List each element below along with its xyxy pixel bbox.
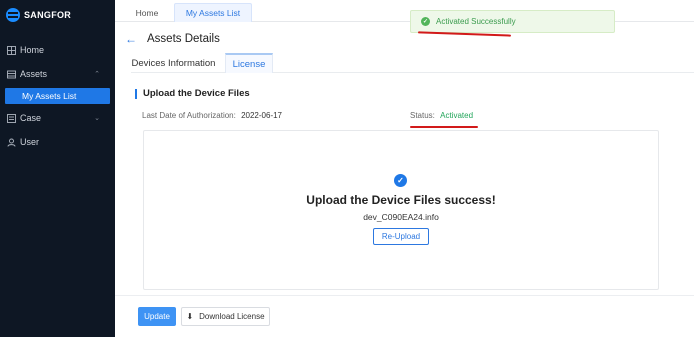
logo: SANGFOR [0, 0, 115, 30]
sangfor-logo-icon [6, 8, 20, 22]
upload-result-panel: ✓ Upload the Device Files success! dev_C… [143, 130, 659, 290]
sidebar: SANGFOR Home Assets ⌃ My Assets List Cas… [0, 0, 115, 337]
status: Status: Activated [410, 111, 473, 120]
main-content: ← Assets Details Devices Information Lic… [115, 22, 694, 337]
download-license-button[interactable]: ⬇ Download License [181, 307, 270, 326]
status-value: Activated [440, 111, 474, 120]
toast-message: Activated Successfully [436, 17, 516, 26]
page-title: Assets Details [147, 33, 220, 45]
brand-name: SANGFOR [24, 10, 72, 20]
case-icon [7, 113, 16, 123]
re-upload-button[interactable]: Re-Upload [373, 228, 429, 245]
tab-home[interactable]: Home [127, 3, 167, 22]
back-arrow-icon[interactable]: ← [125, 32, 137, 46]
assets-icon [7, 70, 16, 79]
sidebar-nav: Home Assets ⌃ My Assets List Case ⌄ User [0, 38, 115, 154]
tab-license[interactable]: License [225, 53, 273, 73]
status-label: Status: [410, 111, 435, 120]
user-icon [7, 138, 16, 147]
last-authorization: Last Date of Authorization: 2022-06-17 [142, 111, 282, 120]
tab-my-assets-list[interactable]: My Assets List [174, 3, 252, 22]
last-authorization-label: Last Date of Authorization: [142, 111, 236, 120]
page-header: ← Assets Details [125, 32, 220, 46]
section-title: Upload the Device Files [135, 89, 250, 99]
upload-success-message: Upload the Device Files success! [306, 193, 496, 207]
tab-devices-information[interactable]: Devices Information [131, 53, 216, 73]
uploaded-file-name: dev_C090EA24.info [363, 212, 439, 222]
last-authorization-value: 2022-06-17 [241, 111, 282, 120]
sidebar-item-label: Assets [20, 69, 48, 79]
detail-tabs: Devices Information License [131, 53, 694, 73]
chevron-up-icon: ⌃ [94, 71, 100, 78]
chevron-down-icon: ⌄ [94, 115, 100, 122]
sidebar-item-assets[interactable]: Assets ⌃ [0, 62, 115, 86]
success-toast: ✓ Activated Successfully [410, 10, 615, 33]
status-underline-annotation [410, 126, 478, 128]
sidebar-item-label: Home [20, 45, 45, 55]
sidebar-item-home[interactable]: Home [0, 38, 115, 62]
download-license-label: Download License [199, 312, 265, 321]
download-icon: ⬇ [186, 312, 194, 321]
sidebar-item-label: Case [20, 113, 42, 123]
check-circle-icon: ✓ [421, 17, 430, 26]
update-button[interactable]: Update [138, 307, 176, 326]
sidebar-item-my-assets-list[interactable]: My Assets List [5, 88, 110, 104]
sidebar-item-case[interactable]: Case ⌄ [0, 106, 115, 130]
sidebar-item-label: User [20, 137, 40, 147]
sidebar-item-user[interactable]: User [0, 130, 115, 154]
footer-actions: Update ⬇ Download License [115, 295, 694, 337]
check-circle-icon: ✓ [394, 174, 407, 187]
home-icon [7, 45, 16, 55]
